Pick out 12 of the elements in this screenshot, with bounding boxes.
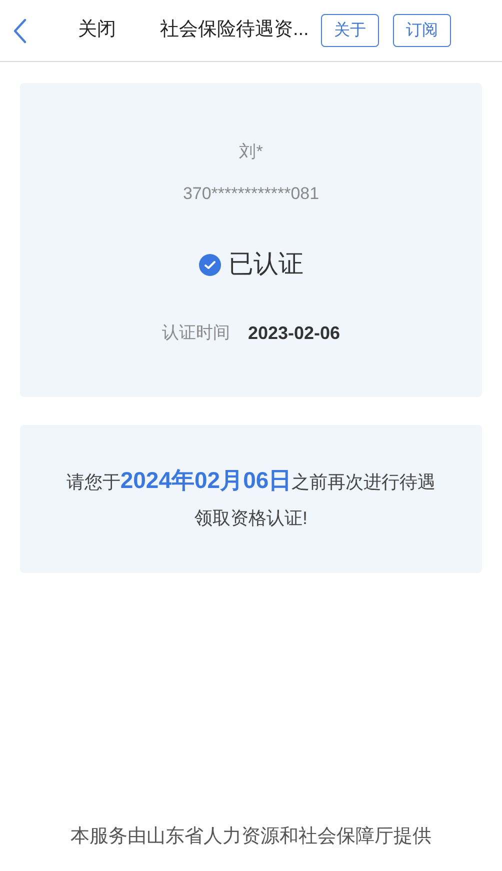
status-label: 已认证	[228, 249, 304, 280]
time-label: 认证时间	[162, 322, 230, 344]
page-title: 社会保险待遇资...	[160, 18, 309, 42]
id-number: 370************081	[182, 182, 320, 204]
person-name: 刘*	[239, 141, 263, 163]
notice-text: 请您于2024年02月06日之前再次进行待遇领取资格认证!	[65, 466, 437, 530]
back-icon	[13, 18, 27, 44]
close-button[interactable]: 关闭	[78, 16, 116, 45]
header-button[interactable]: 订阅	[392, 14, 451, 47]
time-value: 2023-02-06	[248, 322, 340, 344]
footer-text: 本服务由山东省人力资源和社会保障厅提供	[70, 824, 432, 848]
header-button[interactable]: 关于	[320, 14, 379, 47]
